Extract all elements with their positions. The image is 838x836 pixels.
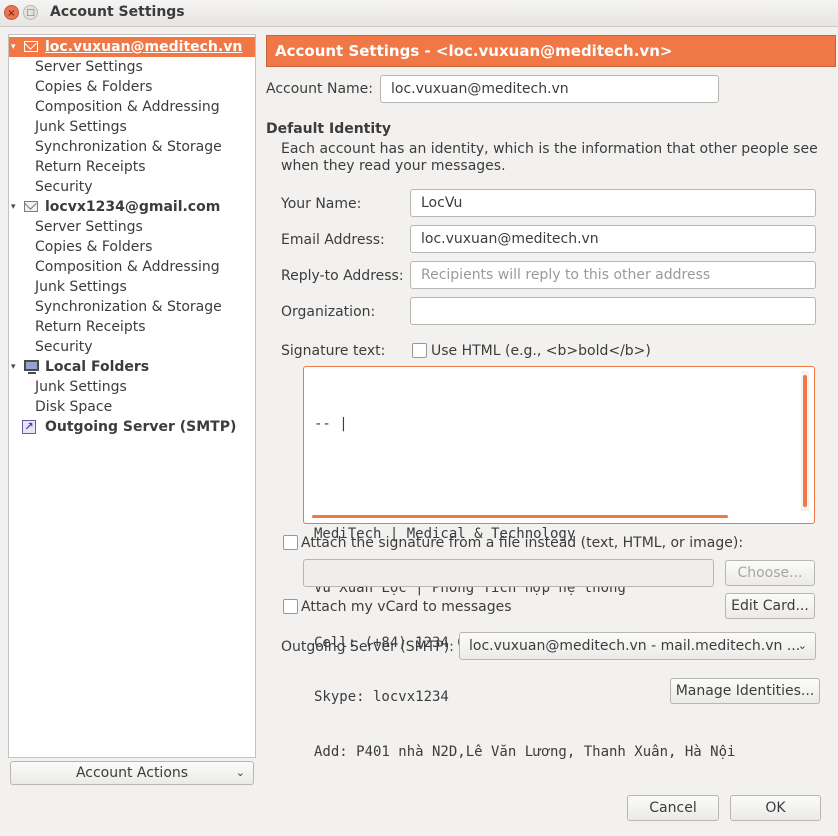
account-name-label: Account Name: bbox=[266, 81, 373, 97]
tree-item-junk-settings[interactable]: Junk Settings bbox=[9, 117, 255, 137]
outgoing-server-icon: ↗ bbox=[22, 420, 38, 434]
tree-account-gmail[interactable]: ▾ locvx1234@gmail.com bbox=[9, 197, 255, 217]
title-bar: × □ Account Settings bbox=[0, 0, 838, 27]
tree-item-label: Disk Space bbox=[35, 399, 113, 415]
your-name-field[interactable]: LocVu bbox=[410, 189, 816, 217]
signature-textarea[interactable]: -- | MediTech | Medical & Technology Vũ … bbox=[303, 366, 815, 760]
reply-to-field[interactable]: Recipients will reply to this other addr… bbox=[410, 261, 816, 289]
chevron-down-icon: ⌄ bbox=[797, 639, 807, 652]
maximize-window-button[interactable]: □ bbox=[23, 5, 38, 20]
tree-item-label: Copies & Folders bbox=[35, 239, 153, 255]
tree-item-label: Composition & Addressing bbox=[35, 259, 220, 275]
tree-item-composition[interactable]: Composition & Addressing bbox=[9, 257, 255, 277]
expand-arrow-icon[interactable]: ▾ bbox=[11, 197, 16, 217]
tree-item-synchronization[interactable]: Synchronization & Storage bbox=[9, 137, 255, 157]
outgoing-server-select[interactable]: loc.vuxuan@meditech.vn - mail.meditech.v… bbox=[459, 632, 816, 660]
tree-item-label: Return Receipts bbox=[35, 159, 146, 175]
identity-description-cont: when they read your messages. bbox=[281, 158, 506, 174]
signature-vertical-scrollbar[interactable] bbox=[803, 375, 807, 507]
tree-item-label: Server Settings bbox=[35, 59, 143, 75]
tree-item-label: Synchronization & Storage bbox=[35, 139, 222, 155]
tree-item-junk-settings[interactable]: Junk Settings bbox=[9, 377, 255, 397]
tree-item-label: Synchronization & Storage bbox=[35, 299, 222, 315]
expand-arrow-icon[interactable]: ▾ bbox=[11, 357, 16, 377]
tree-item-composition[interactable]: Composition & Addressing bbox=[9, 97, 255, 117]
attach-signature-file-label[interactable]: Attach the signature from a file instead… bbox=[301, 535, 743, 551]
account-actions-button[interactable]: Account Actions ⌄ bbox=[10, 761, 254, 785]
attach-vcard-checkbox[interactable] bbox=[283, 599, 298, 614]
reply-to-label: Reply-to Address: bbox=[281, 268, 404, 284]
expand-arrow-icon[interactable]: ▾ bbox=[11, 37, 16, 57]
signature-file-path-field[interactable] bbox=[303, 559, 714, 587]
default-identity-heading: Default Identity bbox=[266, 121, 391, 137]
account-label: Outgoing Server (SMTP) bbox=[45, 419, 237, 435]
tree-item-server-settings[interactable]: Server Settings bbox=[9, 57, 255, 77]
signature-line bbox=[314, 470, 794, 488]
use-html-checkbox[interactable] bbox=[412, 343, 427, 358]
tree-item-security[interactable]: Security bbox=[9, 337, 255, 357]
tree-outgoing-server[interactable]: ↗ Outgoing Server (SMTP) bbox=[9, 417, 255, 437]
account-tree[interactable]: ▾ loc.vuxuan@meditech.vn Server Settings… bbox=[8, 34, 256, 758]
tree-item-return-receipts[interactable]: Return Receipts bbox=[9, 157, 255, 177]
tree-item-label: Junk Settings bbox=[35, 379, 127, 395]
account-label: loc.vuxuan@meditech.vn bbox=[45, 39, 243, 55]
reply-to-placeholder: Recipients will reply to this other addr… bbox=[421, 267, 711, 283]
tree-item-copies-folders[interactable]: Copies & Folders bbox=[9, 77, 255, 97]
signature-line: -- | bbox=[314, 416, 348, 433]
organization-label: Organization: bbox=[281, 304, 376, 320]
ok-button[interactable]: OK bbox=[730, 795, 821, 821]
tree-item-label: Server Settings bbox=[35, 219, 143, 235]
tree-item-label: Junk Settings bbox=[35, 119, 127, 135]
account-name-field[interactable]: loc.vuxuan@meditech.vn bbox=[380, 75, 719, 103]
outgoing-server-value: loc.vuxuan@meditech.vn - mail.meditech.v… bbox=[469, 638, 801, 654]
edit-card-button[interactable]: Edit Card... bbox=[725, 593, 815, 619]
tree-item-copies-folders[interactable]: Copies & Folders bbox=[9, 237, 255, 257]
tree-item-label: Security bbox=[35, 339, 93, 355]
tree-item-label: Return Receipts bbox=[35, 319, 146, 335]
signature-horizontal-scrollbar[interactable] bbox=[312, 515, 728, 518]
chevron-down-icon: ⌄ bbox=[235, 766, 245, 779]
email-address-field[interactable]: loc.vuxuan@meditech.vn bbox=[410, 225, 816, 253]
use-html-label[interactable]: Use HTML (e.g., <b>bold</b>) bbox=[431, 343, 651, 359]
tree-item-label: Copies & Folders bbox=[35, 79, 153, 95]
tree-item-label: Junk Settings bbox=[35, 279, 127, 295]
email-address-label: Email Address: bbox=[281, 232, 385, 248]
identity-description: Each account has an identity, which is t… bbox=[281, 141, 818, 157]
attach-vcard-label[interactable]: Attach my vCard to messages bbox=[301, 599, 512, 615]
account-label: locvx1234@gmail.com bbox=[45, 199, 221, 215]
outgoing-server-label: Outgoing Server (SMTP): bbox=[281, 639, 454, 655]
computer-icon bbox=[24, 360, 40, 374]
close-window-button[interactable]: × bbox=[4, 5, 19, 20]
manage-identities-button[interactable]: Manage Identities... bbox=[670, 678, 820, 704]
window-title: Account Settings bbox=[50, 4, 185, 20]
signature-content[interactable]: -- | MediTech | Medical & Technology Vũ … bbox=[314, 379, 794, 798]
your-name-label: Your Name: bbox=[281, 196, 362, 212]
tree-item-synchronization[interactable]: Synchronization & Storage bbox=[9, 297, 255, 317]
tree-item-disk-space[interactable]: Disk Space bbox=[9, 397, 255, 417]
tree-item-junk-settings[interactable]: Junk Settings bbox=[9, 277, 255, 297]
signature-text-label: Signature text: bbox=[281, 343, 386, 359]
envelope-icon bbox=[24, 40, 40, 53]
account-actions-label: Account Actions bbox=[75, 765, 189, 781]
tree-item-security[interactable]: Security bbox=[9, 177, 255, 197]
choose-file-button[interactable]: Choose... bbox=[725, 560, 815, 586]
envelope-icon bbox=[24, 200, 40, 213]
attach-signature-file-checkbox[interactable] bbox=[283, 535, 298, 550]
account-label: Local Folders bbox=[45, 359, 150, 375]
signature-line: Add: P401 nhà N2D,Lê Văn Lương, Thanh Xu… bbox=[314, 744, 736, 761]
tree-item-label: Security bbox=[35, 179, 93, 195]
tree-account-meditech[interactable]: ▾ loc.vuxuan@meditech.vn bbox=[9, 37, 255, 57]
organization-field[interactable] bbox=[410, 297, 816, 325]
page-title: Account Settings - <loc.vuxuan@meditech.… bbox=[266, 35, 836, 67]
cancel-button[interactable]: Cancel bbox=[627, 795, 719, 821]
tree-item-server-settings[interactable]: Server Settings bbox=[9, 217, 255, 237]
tree-local-folders[interactable]: ▾ Local Folders bbox=[9, 357, 255, 377]
tree-item-label: Composition & Addressing bbox=[35, 99, 220, 115]
tree-item-return-receipts[interactable]: Return Receipts bbox=[9, 317, 255, 337]
